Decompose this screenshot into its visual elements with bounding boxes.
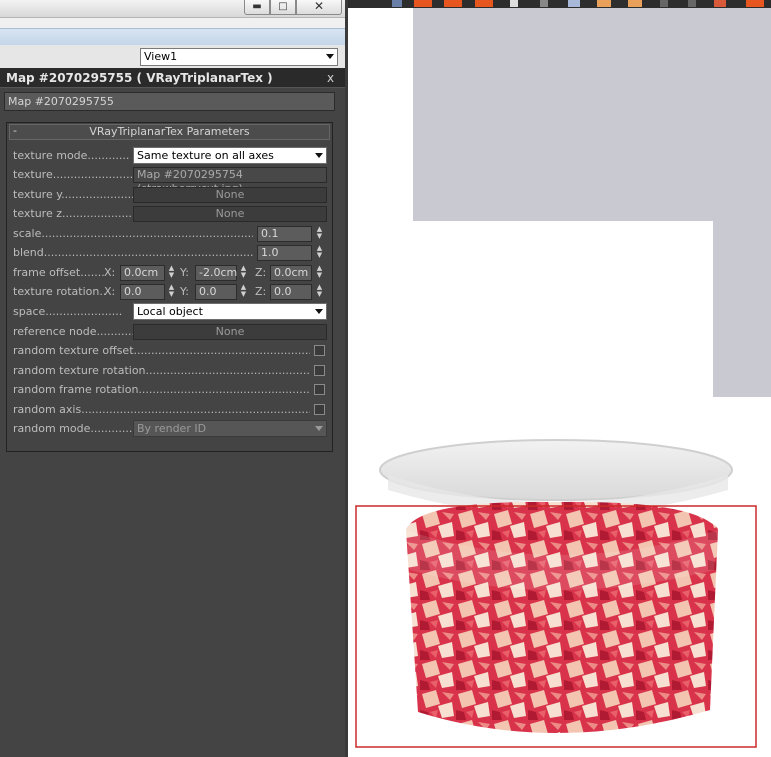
chevron-down-icon: [315, 426, 323, 431]
render-viewport: [348, 0, 771, 757]
frame-offset-x-input[interactable]: 0.0cm: [120, 265, 165, 281]
rollout-header[interactable]: - VRayTriplanarTex Parameters: [9, 124, 330, 140]
texture-rotation-y-input[interactable]: 0.0: [195, 284, 237, 300]
frame-offset-z-label: Z:: [255, 266, 267, 279]
collapse-icon: -: [13, 124, 17, 137]
toolbar-icon[interactable]: [510, 0, 518, 7]
reference-node-label: reference node...........: [13, 325, 133, 338]
texture-rotation-x-spinner-icon[interactable]: ▲ ▼: [167, 284, 176, 300]
space-label: space......................: [13, 305, 123, 318]
texture-z-button[interactable]: None: [133, 206, 327, 222]
random-texture-offset-label: random texture offset...................…: [13, 344, 310, 357]
frame-offset-x-spinner-icon[interactable]: ▲ ▼: [167, 265, 176, 281]
minimize-button[interactable]: ▬: [244, 0, 270, 15]
view-dropdown-value: View1: [144, 50, 178, 63]
blend-spinner-icon[interactable]: ▲ ▼: [315, 245, 324, 261]
panel-close-icon[interactable]: x: [327, 71, 334, 85]
texture-rotation-z-label: Z:: [255, 285, 267, 298]
texture-y-button[interactable]: None: [133, 187, 327, 203]
scale-label: scale...................................…: [13, 227, 253, 240]
toolbar-icon[interactable]: [444, 0, 462, 7]
toolbar-icon[interactable]: [568, 0, 580, 7]
view-dropdown[interactable]: View1: [140, 48, 338, 66]
blend-input[interactable]: 1.0: [257, 245, 312, 261]
texture-mode-dropdown[interactable]: Same texture on all axes: [133, 147, 327, 164]
texture-rotation-x-input[interactable]: 0.0: [120, 284, 165, 300]
parameters-rollout: - VRayTriplanarTex Parameters texture mo…: [6, 122, 333, 452]
texture-y-label: texture y.......................: [13, 188, 133, 201]
viewport-background: [713, 221, 771, 397]
map-name-field[interactable]: Map #2070295755: [4, 92, 335, 111]
frame-offset-y-spinner-icon[interactable]: ▲ ▼: [239, 265, 248, 281]
chevron-down-icon: [315, 309, 323, 314]
view-bar: [0, 28, 345, 45]
toolbar-icon[interactable]: [540, 0, 548, 7]
texture-rotation-x-label: X:: [104, 285, 116, 298]
texture-rotation-z-spinner-icon[interactable]: ▲ ▼: [315, 284, 324, 300]
random-texture-rotation-label: random texture rotation.................…: [13, 364, 310, 377]
chevron-down-icon: [315, 153, 323, 158]
random-texture-rotation-checkbox[interactable]: [314, 365, 325, 376]
toolbar-icon[interactable]: [714, 0, 726, 7]
texture-z-label: texture z.......................: [13, 207, 133, 220]
blend-label: blend...................................…: [13, 246, 253, 259]
texture-label: texture.........................: [13, 168, 133, 181]
texture-mode-value: Same texture on all axes: [137, 149, 274, 162]
rendered-strawberry-cup: [355, 439, 757, 748]
toolbar-icon[interactable]: [688, 0, 696, 7]
random-mode-dropdown[interactable]: By render ID: [133, 420, 327, 437]
maximize-button[interactable]: □: [270, 0, 296, 15]
render-toolbar: [348, 0, 771, 8]
texture-rotation-y-label: Y:: [180, 285, 189, 298]
texture-map-button[interactable]: Map #2070295754 (strawberrycut.jpg): [133, 167, 327, 195]
frame-offset-y-label: Y:: [180, 266, 189, 279]
toolbar-icon[interactable]: [628, 0, 642, 7]
toolbar-icon[interactable]: [746, 0, 764, 7]
toolbar-icon[interactable]: [414, 0, 432, 7]
space-dropdown[interactable]: Local object: [133, 303, 327, 320]
close-button[interactable]: ✕: [296, 0, 342, 15]
frame-offset-z-input[interactable]: 0.0cm: [270, 265, 312, 281]
random-frame-rotation-label: random frame rotation...................…: [13, 383, 310, 396]
rollout-title: VRayTriplanarTex Parameters: [89, 125, 250, 138]
random-mode-value: By render ID: [137, 422, 207, 435]
random-texture-offset-checkbox[interactable]: [314, 345, 325, 356]
material-panel: Map #2070295755 ( VRayTriplanarTex ) x M…: [0, 68, 345, 757]
scale-input[interactable]: 0.1: [257, 226, 312, 242]
random-mode-label: random mode.............: [13, 422, 133, 435]
frame-offset-z-spinner-icon[interactable]: ▲ ▼: [315, 265, 324, 281]
texture-mode-label: texture mode............: [13, 149, 130, 162]
panel-header: Map #2070295755 ( VRayTriplanarTex ) x: [0, 68, 345, 88]
texture-rotation-label: texture rotation...: [13, 285, 105, 298]
texture-rotation-z-input[interactable]: 0.0: [270, 284, 312, 300]
toolbar-icon[interactable]: [475, 0, 493, 7]
toolbar-icon[interactable]: [660, 0, 668, 7]
random-axis-label: random axis.............................…: [13, 403, 310, 416]
toolbar-icon[interactable]: [597, 0, 611, 7]
frame-offset-label: frame offset.......: [13, 266, 105, 279]
random-axis-checkbox[interactable]: [314, 404, 325, 415]
texture-rotation-y-spinner-icon[interactable]: ▲ ▼: [239, 284, 248, 300]
space-value: Local object: [137, 305, 203, 318]
viewport-background: [413, 8, 771, 221]
frame-offset-y-input[interactable]: -2.0cm: [195, 265, 237, 281]
chevron-down-icon: [326, 54, 334, 59]
scale-spinner-icon[interactable]: ▲ ▼: [315, 226, 324, 242]
reference-node-button[interactable]: None: [133, 324, 327, 340]
random-frame-rotation-checkbox[interactable]: [314, 384, 325, 395]
panel-title: Map #2070295755 ( VRayTriplanarTex ): [6, 71, 273, 85]
toolbar-icon[interactable]: [392, 0, 402, 7]
frame-offset-x-label: X:: [104, 266, 116, 279]
